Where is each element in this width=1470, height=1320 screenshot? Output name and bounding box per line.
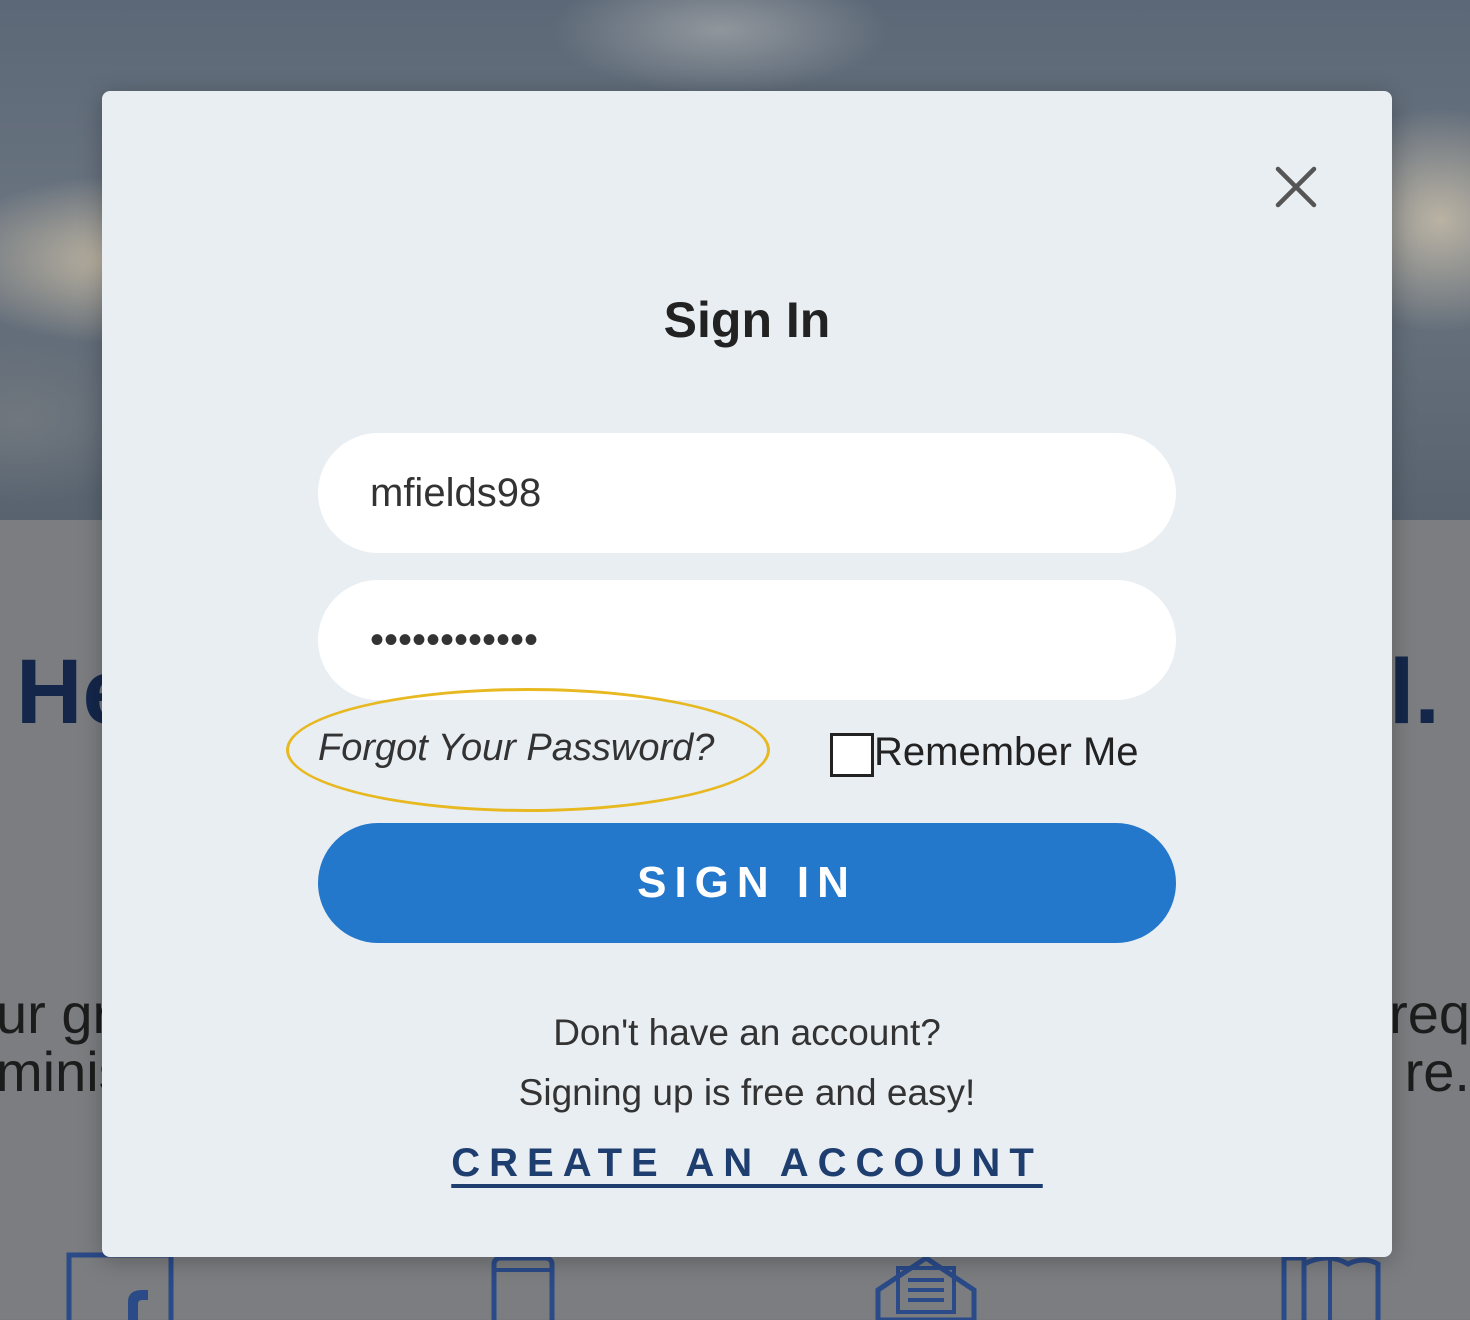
username-input[interactable] xyxy=(370,470,1124,516)
no-account-message: Don't have an account? Signing up is fre… xyxy=(102,1003,1392,1123)
modal-title: Sign In xyxy=(663,292,831,348)
close-button[interactable] xyxy=(1272,163,1320,211)
password-field-wrapper xyxy=(318,580,1176,700)
no-account-line2: Signing up is free and easy! xyxy=(518,1072,976,1113)
remember-me-option[interactable]: Remember Me xyxy=(830,727,1139,777)
password-input[interactable] xyxy=(370,617,1124,663)
create-account-wrapper: CREATE AN ACCOUNT xyxy=(102,1141,1392,1186)
close-icon xyxy=(1275,166,1317,208)
remember-me-label: Remember Me xyxy=(874,729,1139,774)
no-account-line1: Don't have an account? xyxy=(553,1012,941,1053)
facebook-icon xyxy=(66,1250,174,1320)
phone-icon xyxy=(490,1250,556,1320)
sign-in-modal: Sign In Forgot Your Password? Remember M… xyxy=(102,91,1392,1257)
remember-me-checkbox[interactable] xyxy=(830,733,874,777)
background-heading-right: l. xyxy=(1388,641,1440,743)
sign-in-button[interactable]: SIGN IN xyxy=(318,823,1176,943)
background-paragraph-right: req re. xyxy=(1389,985,1470,1101)
create-account-link[interactable]: CREATE AN ACCOUNT xyxy=(451,1141,1043,1185)
username-field-wrapper xyxy=(318,433,1176,553)
background-text-right-line1: req xyxy=(1389,982,1470,1045)
background-text-right-line2: re. xyxy=(1404,1040,1470,1103)
book-icon xyxy=(1278,1250,1384,1320)
forgot-password-link[interactable]: Forgot Your Password? xyxy=(318,727,714,770)
background-text-left-line1: ur gr xyxy=(0,982,112,1045)
mail-icon xyxy=(872,1250,980,1320)
